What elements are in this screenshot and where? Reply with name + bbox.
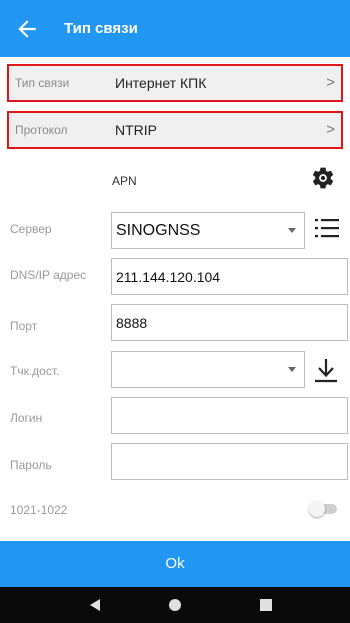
recents-square-icon[interactable] <box>259 598 273 612</box>
port-label: Порт <box>10 319 38 333</box>
rtcm-toggle[interactable] <box>309 501 339 517</box>
port-field[interactable]: 8888 <box>111 304 348 341</box>
server-value: SINOGNSS <box>116 222 201 239</box>
back-triangle-icon[interactable] <box>88 598 102 612</box>
arrow-back-icon[interactable] <box>14 16 40 42</box>
dns-value: 211.144.120.104 <box>116 269 221 285</box>
protocol-value: NTRIP <box>115 122 157 138</box>
connection-type-row[interactable]: Тип связи Интернет КПК > <box>7 64 343 102</box>
chevron-right-icon: > <box>326 74 335 91</box>
gear-icon[interactable] <box>310 165 336 191</box>
mountpoint-dropdown[interactable] <box>111 351 305 388</box>
server-dropdown[interactable]: SINOGNSS <box>111 212 305 249</box>
password-label: Пароль <box>10 458 52 472</box>
password-field[interactable] <box>111 443 348 480</box>
dns-field[interactable]: 211.144.120.104 <box>111 258 348 295</box>
protocol-row[interactable]: Протокол NTRIP > <box>7 111 343 149</box>
chevron-right-icon: > <box>326 121 335 138</box>
dns-label: DNS/IP адрес <box>10 268 87 282</box>
connection-type-value: Интернет КПК <box>115 75 207 91</box>
server-label: Сервер <box>10 222 52 236</box>
chevron-down-icon <box>288 367 296 372</box>
login-label: Логин <box>10 411 43 425</box>
mountpoint-label: Тчк.дост. <box>10 364 60 378</box>
system-nav-bar <box>0 587 350 623</box>
chevron-down-icon <box>288 228 296 233</box>
toggle-knob <box>309 501 325 517</box>
rtcm-label: 1021-1022 <box>10 503 68 517</box>
apn-label: APN <box>112 174 137 188</box>
download-icon[interactable] <box>312 356 340 384</box>
home-circle-icon[interactable] <box>168 598 182 612</box>
ok-button[interactable]: Ok <box>0 541 350 587</box>
list-icon[interactable] <box>313 214 341 242</box>
app-bar: Тип связи <box>0 0 350 57</box>
connection-type-label: Тип связи <box>15 76 70 90</box>
page-title: Тип связи <box>64 20 138 37</box>
login-field[interactable] <box>111 397 348 434</box>
port-value: 8888 <box>116 315 148 331</box>
protocol-label: Протокол <box>15 123 68 137</box>
